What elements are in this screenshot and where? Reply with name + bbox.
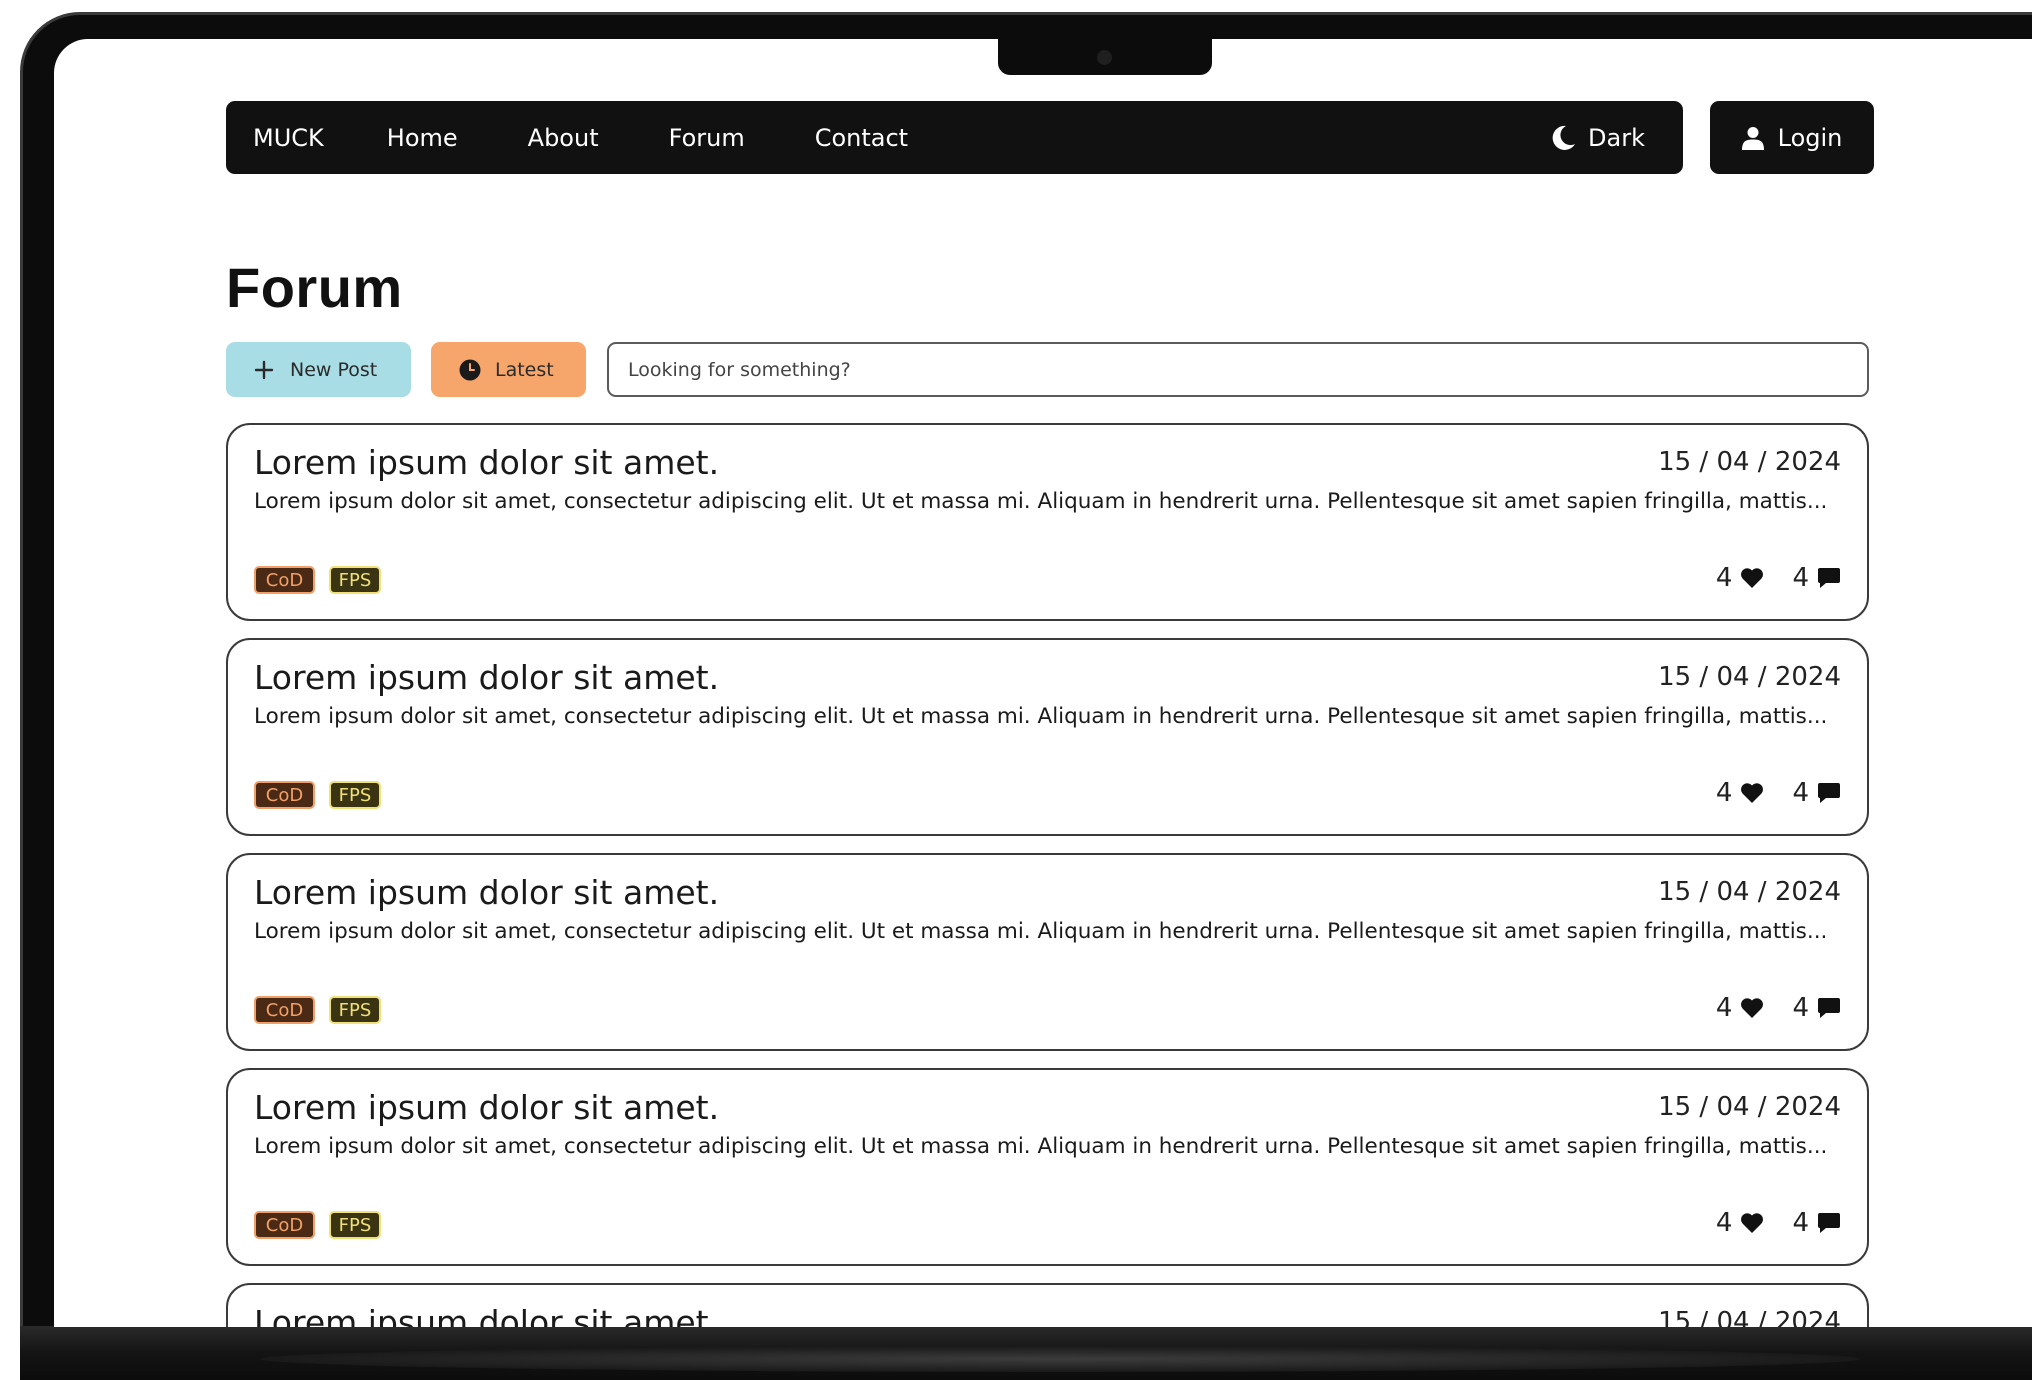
tag-fps[interactable]: FPS <box>329 1211 381 1239</box>
post-excerpt: Lorem ipsum dolor sit amet, consectetur … <box>254 704 1828 729</box>
nav-contact-link[interactable]: Contact <box>815 124 908 152</box>
post-title[interactable]: Lorem ipsum dolor sit amet. <box>254 658 719 697</box>
search-input[interactable] <box>607 342 1869 397</box>
page-title: Forum <box>226 256 403 319</box>
navbar: MUCK Home About Forum Contact Dark <box>226 101 1683 174</box>
camera-dot <box>1097 50 1112 65</box>
likes-button[interactable]: 4 <box>1716 778 1765 808</box>
tag-fps[interactable]: FPS <box>329 566 381 594</box>
comments-count: 4 <box>1792 778 1809 808</box>
heart-icon <box>1741 783 1764 803</box>
comments-count: 4 <box>1792 993 1809 1023</box>
user-icon <box>1741 126 1764 150</box>
laptop-screen: MUCK Home About Forum Contact Dark Login… <box>54 39 2032 1327</box>
likes-button[interactable]: 4 <box>1716 993 1765 1023</box>
nav-forum-link[interactable]: Forum <box>669 124 745 152</box>
likes-button[interactable]: 4 <box>1716 563 1765 593</box>
post-title[interactable]: Lorem ipsum dolor sit amet. <box>254 1088 719 1127</box>
likes-button[interactable]: 4 <box>1716 1208 1765 1238</box>
likes-count: 4 <box>1715 778 1733 808</box>
comment-icon <box>1818 998 1840 1018</box>
latest-sort-button[interactable]: Latest <box>431 342 586 397</box>
post-list: Lorem ipsum dolor sit amet. 15 / 04 / 20… <box>226 423 1869 1327</box>
heart-icon <box>1741 998 1764 1018</box>
tag-cod[interactable]: CoD <box>254 781 315 809</box>
tag-cod[interactable]: CoD <box>254 566 315 594</box>
post-card[interactable]: Lorem ipsum dolor sit amet. 15 / 04 / 20… <box>226 423 1869 621</box>
post-date: 15 / 04 / 2024 <box>1658 1307 1841 1327</box>
latest-label: Latest <box>495 358 554 381</box>
dark-mode-label: Dark <box>1588 123 1645 152</box>
post-excerpt: Lorem ipsum dolor sit amet, consectetur … <box>254 489 1828 514</box>
brand-link[interactable]: MUCK <box>253 124 324 152</box>
post-title[interactable]: Lorem ipsum dolor sit amet. <box>254 873 719 912</box>
post-stats: 4 4 <box>1716 563 1841 593</box>
moon-icon <box>1552 125 1576 150</box>
post-title[interactable]: Lorem ipsum dolor sit amet. <box>254 443 719 482</box>
post-stats: 4 4 <box>1716 1208 1841 1238</box>
laptop-base-shadow <box>260 1346 1860 1372</box>
comments-count: 4 <box>1792 563 1809 593</box>
comments-button[interactable]: 4 <box>1792 778 1841 808</box>
post-date: 15 / 04 / 2024 <box>1658 1092 1841 1122</box>
post-excerpt: Lorem ipsum dolor sit amet, consectetur … <box>254 919 1828 944</box>
new-post-label: New Post <box>290 358 378 381</box>
comments-button[interactable]: 4 <box>1792 1208 1841 1238</box>
login-label: Login <box>1777 123 1843 152</box>
post-card[interactable]: Lorem ipsum dolor sit amet. 15 / 04 / 20… <box>226 1283 1869 1327</box>
tag-fps[interactable]: FPS <box>329 996 381 1024</box>
post-date: 15 / 04 / 2024 <box>1658 877 1841 907</box>
plus-icon <box>254 360 274 379</box>
likes-count: 4 <box>1715 563 1733 593</box>
login-button[interactable]: Login <box>1710 101 1874 174</box>
comments-button[interactable]: 4 <box>1792 563 1841 593</box>
camera-notch <box>998 39 1212 75</box>
post-date: 15 / 04 / 2024 <box>1658 447 1841 477</box>
post-card[interactable]: Lorem ipsum dolor sit amet. 15 / 04 / 20… <box>226 853 1869 1051</box>
post-title[interactable]: Lorem ipsum dolor sit amet. <box>254 1303 719 1327</box>
dark-mode-toggle[interactable]: Dark <box>1552 101 1645 174</box>
nav-home-link[interactable]: Home <box>387 124 458 152</box>
post-stats: 4 4 <box>1716 778 1841 808</box>
heart-icon <box>1741 568 1764 588</box>
post-stats: 4 4 <box>1716 993 1841 1023</box>
comment-icon <box>1818 1213 1840 1233</box>
post-card[interactable]: Lorem ipsum dolor sit amet. 15 / 04 / 20… <box>226 638 1869 836</box>
likes-count: 4 <box>1715 993 1733 1023</box>
comment-icon <box>1818 568 1840 588</box>
comments-button[interactable]: 4 <box>1792 993 1841 1023</box>
comment-icon <box>1818 783 1840 803</box>
post-excerpt: Lorem ipsum dolor sit amet, consectetur … <box>254 1134 1828 1159</box>
tag-fps[interactable]: FPS <box>329 781 381 809</box>
clock-icon <box>459 359 481 380</box>
nav-about-link[interactable]: About <box>528 124 599 152</box>
likes-count: 4 <box>1715 1208 1733 1238</box>
heart-icon <box>1741 1213 1764 1233</box>
tag-cod[interactable]: CoD <box>254 996 315 1024</box>
post-date: 15 / 04 / 2024 <box>1658 662 1841 692</box>
comments-count: 4 <box>1792 1208 1809 1238</box>
new-post-button[interactable]: New Post <box>226 342 411 397</box>
post-card[interactable]: Lorem ipsum dolor sit amet. 15 / 04 / 20… <box>226 1068 1869 1266</box>
tag-cod[interactable]: CoD <box>254 1211 315 1239</box>
